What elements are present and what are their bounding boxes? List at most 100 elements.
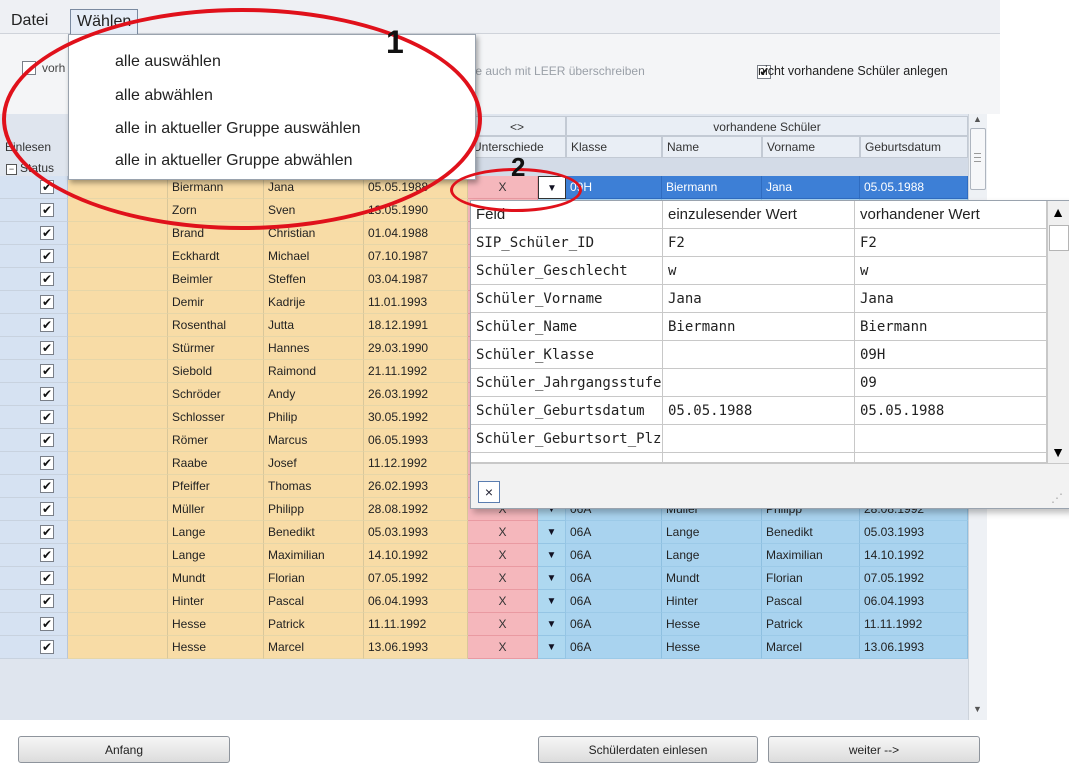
einlesen-checkbox[interactable] bbox=[40, 272, 54, 286]
geburtsdatum-cell: 30.05.1992 bbox=[364, 406, 468, 429]
header-geburtsdatum[interactable]: Geburtsdatum bbox=[860, 136, 968, 158]
popup-scroll-up-icon[interactable]: ▲ bbox=[1047, 201, 1069, 223]
popup-row[interactable]: Schüler_Name Biermann Biermann bbox=[471, 313, 1047, 341]
table-row[interactable]: LangeBenedikt05.03.1993X▼06ALangeBenedik… bbox=[0, 521, 968, 544]
popup-scroll-down-icon[interactable]: ▼ bbox=[1047, 441, 1069, 463]
existing-name-cell: Mundt bbox=[662, 567, 762, 590]
einlesen-cell[interactable] bbox=[0, 521, 68, 544]
diff-dropdown-button[interactable]: ▼ bbox=[538, 544, 566, 567]
existing-klasse-cell: 06A bbox=[566, 544, 662, 567]
einlesen-checkbox[interactable] bbox=[40, 548, 54, 562]
table-row[interactable]: HessePatrick11.11.1992X▼06AHessePatrick1… bbox=[0, 613, 968, 636]
resize-grip-icon[interactable]: ⋰ bbox=[1051, 491, 1065, 505]
einlesen-checkbox[interactable] bbox=[40, 249, 54, 263]
popup-row[interactable]: SIP_Schüler_ID F2 F2 bbox=[471, 229, 1047, 257]
status-cell bbox=[68, 475, 168, 498]
einlesen-checkbox[interactable] bbox=[40, 433, 54, 447]
einlesen-cell[interactable] bbox=[0, 590, 68, 613]
anfang-button[interactable]: Anfang bbox=[18, 736, 230, 763]
einlesen-checkbox[interactable] bbox=[40, 571, 54, 585]
popup-close-icon[interactable]: × bbox=[478, 481, 500, 503]
einlesen-checkbox[interactable] bbox=[40, 594, 54, 608]
schuelerdaten-einlesen-button[interactable]: Schülerdaten einlesen bbox=[538, 736, 758, 763]
popup-row[interactable]: Schüler_Geburtsdatum 05.05.1988 05.05.1988 bbox=[471, 397, 1047, 425]
einlesen-checkbox[interactable] bbox=[40, 525, 54, 539]
einlesen-cell[interactable] bbox=[0, 337, 68, 360]
existing-vorname-cell: Maximilian bbox=[762, 544, 860, 567]
popup-feld-cell: Schüler_Geburtsort_Plz bbox=[471, 425, 663, 453]
popup-einzulesen-cell: Jana bbox=[663, 285, 855, 313]
header-klasse[interactable]: Klasse bbox=[566, 136, 662, 158]
einlesen-checkbox[interactable] bbox=[40, 410, 54, 424]
chevron-down-icon: ▼ bbox=[546, 573, 557, 584]
einlesen-cell[interactable] bbox=[0, 406, 68, 429]
einlesen-cell[interactable] bbox=[0, 429, 68, 452]
diff-dropdown-button[interactable]: ▼ bbox=[538, 613, 566, 636]
popup-scroll-thumb[interactable] bbox=[1049, 225, 1069, 251]
weiter-button[interactable]: weiter --> bbox=[768, 736, 980, 763]
einlesen-checkbox[interactable] bbox=[40, 295, 54, 309]
einlesen-checkbox[interactable] bbox=[40, 203, 54, 217]
popup-vorhanden-cell: 09 bbox=[855, 369, 1047, 397]
diff-dropdown-button[interactable]: ▼ bbox=[538, 636, 566, 659]
einlesen-checkbox[interactable] bbox=[40, 341, 54, 355]
einlesen-cell[interactable] bbox=[0, 567, 68, 590]
table-row[interactable]: HesseMarcel13.06.1993X▼06AHesseMarcel13.… bbox=[0, 636, 968, 659]
collapse-icon[interactable]: − bbox=[6, 164, 17, 175]
table-row[interactable]: LangeMaximilian14.10.1992X▼06ALangeMaxim… bbox=[0, 544, 968, 567]
popup-row[interactable]: Schüler_Klasse 09H bbox=[471, 341, 1047, 369]
diff-dropdown-button[interactable]: ▼ bbox=[538, 567, 566, 590]
einlesen-checkbox[interactable] bbox=[40, 318, 54, 332]
name-cell: Raabe bbox=[168, 452, 264, 475]
einlesen-cell[interactable] bbox=[0, 498, 68, 521]
einlesen-cell[interactable] bbox=[0, 636, 68, 659]
menu-datei[interactable]: Datei bbox=[8, 10, 51, 32]
unterschiede-cell: X bbox=[468, 544, 538, 567]
existing-klasse-cell: 06A bbox=[566, 636, 662, 659]
existing-name-cell: Hesse bbox=[662, 636, 762, 659]
einlesen-checkbox[interactable] bbox=[40, 617, 54, 631]
popup-row[interactable]: Schüler_Jahrgangsstufe 09 bbox=[471, 369, 1047, 397]
einlesen-cell[interactable] bbox=[0, 199, 68, 222]
einlesen-cell[interactable] bbox=[0, 613, 68, 636]
popup-row[interactable]: Schüler_Geschlecht w w bbox=[471, 257, 1047, 285]
einlesen-checkbox[interactable] bbox=[40, 456, 54, 470]
unterschiede-cell: X bbox=[468, 613, 538, 636]
diff-dropdown-button[interactable]: ▼ bbox=[538, 521, 566, 544]
existing-geburtsdatum-cell: 05.05.1988 bbox=[860, 176, 968, 199]
einlesen-cell[interactable] bbox=[0, 452, 68, 475]
existing-klasse-cell: 06A bbox=[566, 521, 662, 544]
vorname-cell: Florian bbox=[264, 567, 364, 590]
einlesen-cell[interactable] bbox=[0, 544, 68, 567]
popup-row[interactable]: Schüler_Geburtsort_Plz bbox=[471, 425, 1047, 453]
einlesen-checkbox[interactable] bbox=[40, 226, 54, 240]
status-cell bbox=[68, 222, 168, 245]
header-vorname[interactable]: Vorname bbox=[762, 136, 860, 158]
status-cell bbox=[68, 567, 168, 590]
popup-einzulesen-cell: Biermann bbox=[663, 313, 855, 341]
einlesen-checkbox[interactable] bbox=[40, 387, 54, 401]
einlesen-cell[interactable] bbox=[0, 222, 68, 245]
popup-row[interactable]: Schüler_Vorname Jana Jana bbox=[471, 285, 1047, 313]
grid-scroll-thumb[interactable] bbox=[970, 128, 986, 190]
einlesen-checkbox[interactable] bbox=[40, 640, 54, 654]
vorname-cell: Andy bbox=[264, 383, 364, 406]
einlesen-cell[interactable] bbox=[0, 314, 68, 337]
table-row[interactable]: HinterPascal06.04.1993X▼06AHinterPascal0… bbox=[0, 590, 968, 613]
einlesen-cell[interactable] bbox=[0, 475, 68, 498]
einlesen-cell[interactable] bbox=[0, 383, 68, 406]
header-name[interactable]: Name bbox=[662, 136, 762, 158]
einlesen-cell[interactable] bbox=[0, 268, 68, 291]
diff-dropdown-button[interactable]: ▼ bbox=[538, 590, 566, 613]
status-cell bbox=[68, 314, 168, 337]
scroll-up-icon[interactable]: ▲ bbox=[973, 114, 982, 124]
einlesen-checkbox[interactable] bbox=[40, 364, 54, 378]
einlesen-checkbox[interactable] bbox=[40, 502, 54, 516]
table-row[interactable]: MundtFlorian07.05.1992X▼06AMundtFlorian0… bbox=[0, 567, 968, 590]
einlesen-checkbox[interactable] bbox=[40, 479, 54, 493]
einlesen-cell[interactable] bbox=[0, 245, 68, 268]
scroll-down-icon[interactable]: ▼ bbox=[973, 704, 982, 714]
einlesen-cell[interactable] bbox=[0, 291, 68, 314]
einlesen-cell[interactable] bbox=[0, 360, 68, 383]
existing-vorname-cell: Florian bbox=[762, 567, 860, 590]
